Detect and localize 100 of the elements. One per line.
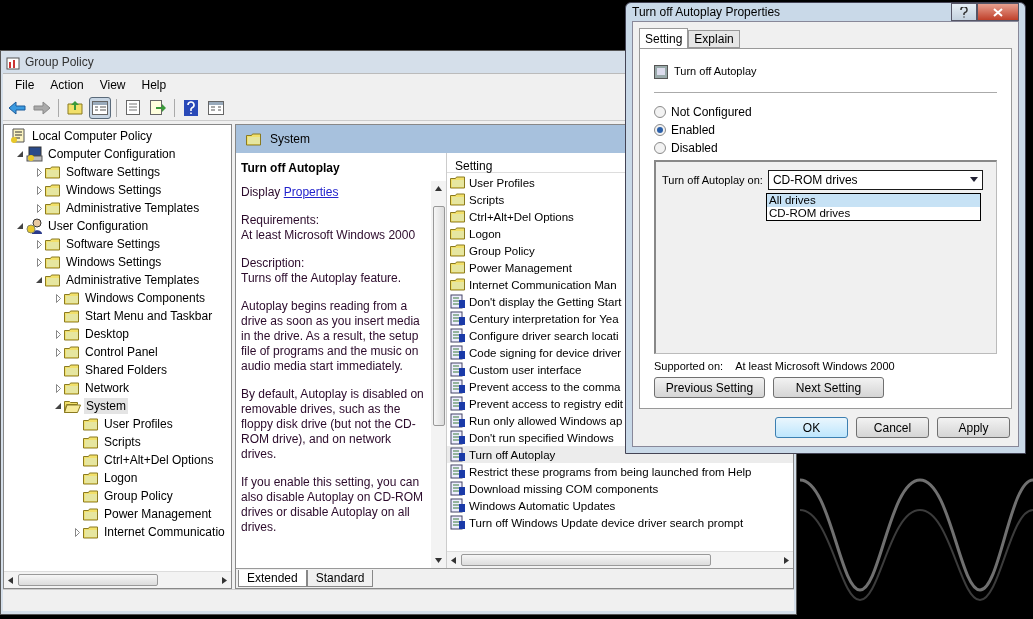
scroll-right-icon[interactable] [221, 576, 228, 584]
list-item[interactable]: Power Management [447, 259, 793, 276]
tree-item[interactable]: Group Policy [102, 488, 175, 504]
tree-item[interactable]: Software Settings [64, 236, 163, 252]
description-paragraph: If you enable this setting, you can also disable Autoplay on CD-ROM drives or disable Autoplay on all drives. [241, 475, 425, 535]
policy-setting-icon [450, 413, 466, 428]
list-item[interactable]: Download missing COM components [447, 480, 793, 497]
list-item[interactable]: Code signing for device driver [447, 344, 793, 361]
dialog-button[interactable]: OK [775, 417, 848, 438]
scroll-left-icon[interactable] [7, 576, 14, 584]
dialog-title: Turn off Autoplay Properties [632, 5, 781, 19]
radio-button[interactable] [654, 105, 666, 118]
list-item[interactable]: Don't display the Getting Start [447, 293, 793, 310]
collapsed-arrow-icon[interactable] [36, 203, 42, 213]
tree-pane-icon [92, 100, 108, 115]
description-paragraph: Requirements: At least Microsoft Windows 2000 [241, 213, 417, 243]
collapsed-arrow-icon[interactable] [36, 239, 42, 249]
list-item[interactable]: Prevent access to registry edit [447, 395, 793, 412]
tree-item[interactable]: Local Computer Policy [30, 128, 155, 144]
window-title: Group Policy [25, 55, 94, 69]
tree-item[interactable]: Software Settings [64, 164, 163, 180]
radio-button[interactable] [654, 123, 666, 136]
tree-item[interactable]: Windows Settings [64, 182, 164, 198]
list-item[interactable]: Group Policy [447, 242, 793, 259]
tree-item[interactable]: Computer Configuration [46, 146, 178, 162]
tree-item[interactable]: Shared Folders [83, 362, 170, 378]
tree-item[interactable]: Power Management [102, 506, 214, 522]
menu-item[interactable]: Action [42, 75, 92, 94]
collapsed-arrow-icon[interactable] [36, 167, 42, 177]
list-item[interactable]: Restrict these programs from being launched from Help [447, 463, 793, 480]
tree-item[interactable]: Scripts [102, 434, 143, 450]
tree-item[interactable]: Start Menu and Taskbar [83, 308, 215, 324]
policy-setting-icon [450, 481, 466, 496]
tree-item[interactable]: Administrative Templates [64, 272, 202, 288]
menu-item[interactable]: Help [133, 75, 175, 94]
setting-title: Turn off Autoplay [240, 160, 341, 177]
dropdown-option[interactable]: All drives [767, 193, 980, 207]
folder-icon [45, 183, 61, 197]
list-item[interactable]: Turn off Windows Update device driver search prompt [447, 514, 793, 531]
view-tab[interactable]: Extended [238, 570, 307, 587]
dropdown[interactable]: CD-ROM drives [767, 169, 983, 190]
view-tab[interactable]: Standard [306, 570, 374, 587]
scroll-left-icon[interactable] [450, 556, 457, 564]
help-button[interactable] [951, 3, 977, 21]
expanded-arrow-icon[interactable] [55, 403, 61, 409]
menu-item[interactable]: View [91, 75, 134, 94]
tree-item[interactable]: User Configuration [46, 218, 151, 234]
list-item[interactable]: Century interpretation for Yea [447, 310, 793, 327]
list-item[interactable]: Logon [447, 225, 793, 242]
policy-setting-icon [450, 345, 466, 360]
dialog-tab[interactable]: Setting [639, 28, 689, 48]
close-icon [993, 7, 1003, 17]
policy-setting-icon [450, 396, 466, 411]
tree-item[interactable]: Windows Settings [64, 254, 164, 270]
policy-setting-icon [450, 447, 466, 462]
expanded-arrow-icon[interactable] [36, 277, 42, 283]
policy-setting-icon [450, 362, 466, 377]
horizontal-scrollbar[interactable] [447, 551, 793, 568]
nav-button[interactable]: Next Setting [773, 377, 884, 398]
radio-option[interactable]: Enabled [654, 120, 997, 139]
nav-button[interactable]: Previous Setting [654, 377, 765, 398]
horizontal-scrollbar[interactable] [4, 571, 231, 588]
radio-button[interactable] [654, 141, 666, 154]
vertical-scrollbar[interactable] [431, 181, 446, 568]
scroll-up-icon[interactable] [435, 185, 442, 192]
properties-link[interactable]: Properties [283, 185, 339, 199]
tree-item[interactable]: Control Panel [83, 344, 160, 360]
tree-item[interactable]: Windows Components [83, 290, 208, 306]
scroll-down-icon[interactable] [435, 557, 442, 564]
collapsed-arrow-icon[interactable] [36, 185, 42, 195]
scroll-right-icon[interactable] [783, 556, 790, 564]
collapsed-arrow-icon[interactable] [74, 527, 80, 537]
collapsed-arrow-icon[interactable] [55, 293, 61, 303]
supported-value: At least Microsoft Windows 2000 [735, 360, 895, 372]
tree-item[interactable]: Administrative Templates [64, 200, 202, 216]
list-item[interactable]: Windows Automatic Updates [447, 497, 793, 514]
list-item[interactable]: Configure driver search locati [447, 327, 793, 344]
tree-item[interactable]: Desktop [83, 326, 132, 342]
dialog-button[interactable]: Apply [937, 417, 1010, 438]
tree-item[interactable]: Network [83, 380, 131, 396]
tree-item[interactable]: Internet Communicatio [102, 524, 227, 540]
folder-icon [83, 525, 99, 539]
expanded-arrow-icon[interactable] [17, 223, 23, 229]
collapsed-arrow-icon[interactable] [55, 329, 61, 339]
tree-item[interactable]: Logon [102, 470, 140, 486]
radio-option[interactable]: Not Configured [654, 102, 997, 121]
collapsed-arrow-icon[interactable] [55, 347, 61, 357]
folder-icon [83, 471, 99, 485]
collapsed-arrow-icon[interactable] [36, 257, 42, 267]
collapsed-arrow-icon[interactable] [55, 383, 61, 393]
tree-item[interactable]: User Profiles [102, 416, 175, 432]
menu-item[interactable]: File [7, 75, 43, 94]
tree-item[interactable]: System [84, 398, 128, 414]
expanded-arrow-icon[interactable] [17, 151, 23, 157]
close-button[interactable] [977, 3, 1019, 21]
tree-item[interactable]: Ctrl+Alt+Del Options [102, 452, 216, 468]
toolbar-button[interactable] [89, 96, 111, 119]
dialog-button[interactable]: Cancel [856, 417, 929, 438]
dialog-tab[interactable]: Explain [688, 30, 740, 48]
list-item[interactable]: Internet Communication Man [447, 276, 793, 293]
